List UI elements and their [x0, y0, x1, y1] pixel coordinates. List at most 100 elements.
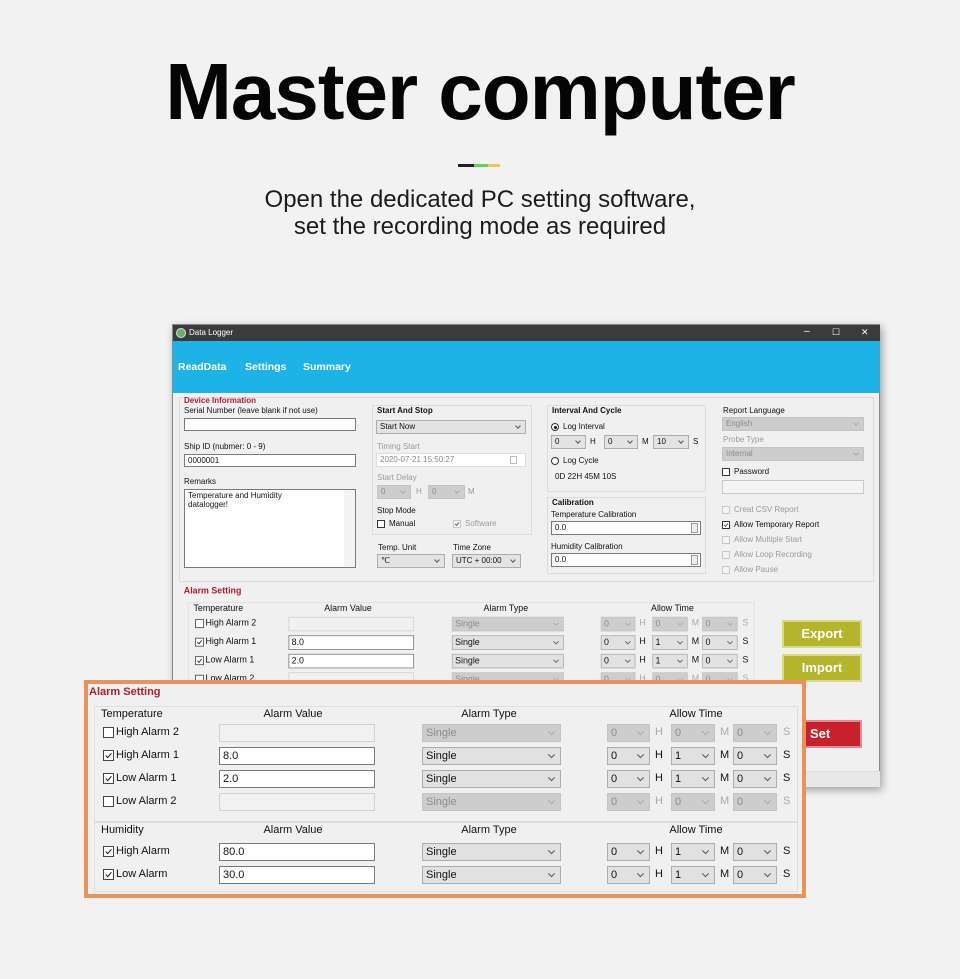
time-zone-select[interactable]: UTC + 00:00 — [452, 554, 521, 568]
allow-hours-select[interactable]: 0 — [607, 747, 650, 765]
allow-seconds-select[interactable]: 0 — [702, 653, 738, 669]
tab-summary[interactable]: Summary — [303, 361, 351, 373]
start-mode-select[interactable]: Start Now — [376, 420, 526, 434]
alarm-value-input[interactable]: 80.0 — [219, 843, 375, 861]
alarm-enable-checkbox[interactable] — [103, 750, 114, 761]
alarm-type-select[interactable]: Single — [422, 793, 561, 811]
tab-settings[interactable]: Settings — [245, 361, 286, 373]
close-button[interactable]: ✕ — [861, 327, 869, 337]
allow-hours-select[interactable]: 0 — [600, 635, 636, 650]
log-interval-radio[interactable] — [551, 423, 559, 431]
allow-seconds-select[interactable]: 0 — [733, 793, 777, 811]
delay-minutes-select[interactable]: 0 — [428, 485, 465, 499]
probe-type-select[interactable]: Internal — [722, 447, 864, 461]
alarm-enable-checkbox[interactable] — [103, 846, 114, 857]
alarm-type-select[interactable]: Single — [451, 635, 564, 650]
allow-hours-select[interactable]: 0 — [607, 724, 650, 742]
interval-hours-select[interactable]: 0 — [551, 435, 586, 449]
allow-seconds-select[interactable]: 0 — [733, 770, 777, 788]
temp-unit-select[interactable]: ℃ — [377, 554, 445, 568]
alarm-enable-checkbox[interactable] — [195, 656, 204, 666]
allow-seconds-select[interactable]: 0 — [733, 843, 777, 861]
hours-unit: H — [590, 437, 596, 446]
allow-seconds-select[interactable]: 0 — [702, 635, 738, 650]
allow-seconds-select[interactable]: 0 — [733, 747, 777, 765]
alarm-enable-checkbox[interactable] — [103, 727, 114, 738]
alarm-enable-checkbox[interactable] — [103, 773, 114, 784]
alarm-value-input[interactable]: 8.0 — [288, 635, 415, 650]
alarm-value-input[interactable]: 8.0 — [219, 747, 375, 765]
report-option-checkbox[interactable] — [722, 551, 730, 559]
alarm-value-input[interactable] — [288, 616, 415, 632]
alarm-value-input[interactable] — [219, 724, 375, 742]
allow-minutes-select[interactable]: 0 — [671, 724, 715, 742]
start-delay-label: Start Delay — [377, 473, 417, 482]
allow-seconds-select[interactable]: 0 — [733, 866, 777, 884]
alarm-type-select[interactable]: Single — [451, 653, 564, 669]
allow-hours-select[interactable]: 0 — [607, 793, 650, 811]
report-option-checkbox[interactable] — [722, 536, 730, 544]
allow-minutes-select[interactable]: 1 — [671, 770, 715, 788]
alarm-type-select[interactable]: Single — [422, 724, 561, 742]
hum-calibration-input[interactable]: 0.0 — [551, 553, 701, 567]
allow-hours-select[interactable]: 0 — [607, 866, 650, 884]
minimize-button[interactable]: – — [804, 327, 810, 337]
serial-number-input[interactable] — [184, 418, 356, 431]
alarm-type-select[interactable]: Single — [422, 843, 561, 861]
spinner-icon[interactable] — [691, 555, 698, 565]
allow-minutes-select[interactable]: 0 — [652, 616, 688, 632]
checkmark-icon — [454, 522, 460, 526]
temp-calibration-input[interactable]: 0.0 — [551, 521, 701, 535]
unit-m: M — [720, 726, 730, 738]
chevron-down-icon — [763, 870, 772, 878]
manual-checkbox[interactable] — [377, 520, 385, 528]
alarm-type-select[interactable]: Single — [422, 866, 561, 884]
allow-hours-select[interactable]: 0 — [600, 653, 636, 669]
password-checkbox[interactable] — [722, 468, 730, 476]
alarm-value-input[interactable]: 2.0 — [288, 653, 415, 669]
alarm-type-select[interactable]: Single — [451, 616, 564, 632]
ship-id-input[interactable]: 0000001 — [184, 454, 356, 467]
report-language-select[interactable]: English — [722, 417, 864, 431]
allow-hours-select[interactable]: 0 — [607, 770, 650, 788]
allow-minutes-select[interactable]: 1 — [652, 635, 688, 650]
alarm-enable-checkbox[interactable] — [195, 619, 204, 629]
allow-seconds-select[interactable]: 0 — [733, 724, 777, 742]
remarks-scrollbar[interactable] — [344, 490, 355, 567]
alarm-type-select[interactable]: Single — [422, 747, 561, 765]
allow-minutes-select[interactable]: 1 — [671, 747, 715, 765]
alarm-value-input[interactable]: 2.0 — [219, 770, 375, 788]
import-button[interactable]: Import — [782, 654, 862, 682]
allow-seconds-select[interactable]: 0 — [702, 616, 738, 632]
export-button[interactable]: Export — [782, 620, 862, 648]
allow-hours-select[interactable]: 0 — [607, 843, 650, 861]
allow-minutes-select[interactable]: 1 — [671, 843, 715, 861]
maximize-button[interactable]: ☐ — [832, 327, 840, 337]
allow-minutes-select[interactable]: 1 — [652, 653, 688, 669]
allow-minutes-select[interactable]: 0 — [671, 793, 715, 811]
remarks-textarea[interactable]: Temperature and Humidity datalogger! — [184, 489, 356, 568]
software-checkbox[interactable] — [453, 520, 461, 528]
interval-seconds-select[interactable]: 10 — [653, 435, 689, 449]
tab-readdata[interactable]: ReadData — [178, 361, 226, 373]
alarm-enable-checkbox[interactable] — [195, 637, 204, 647]
report-option-checkbox[interactable] — [722, 566, 730, 574]
report-option-checkbox[interactable] — [722, 521, 730, 529]
spinner-icon[interactable] — [691, 523, 698, 533]
log-cycle-radio[interactable] — [551, 457, 559, 465]
alarm-value-input[interactable]: 30.0 — [219, 866, 375, 884]
interval-minutes-select[interactable]: 0 — [604, 435, 638, 449]
report-option-checkbox[interactable] — [722, 506, 730, 514]
calendar-icon[interactable] — [510, 456, 517, 464]
alarm-enable-checkbox[interactable] — [103, 869, 114, 880]
alarm-enable-checkbox[interactable] — [103, 796, 114, 807]
allow-minutes-select[interactable]: 1 — [671, 866, 715, 884]
alarm-value-input[interactable] — [219, 793, 375, 811]
delay-hours-select[interactable]: 0 — [377, 485, 411, 499]
allow-hours-select[interactable]: 0 — [600, 616, 636, 632]
alarm-type-select[interactable]: Single — [422, 770, 561, 788]
timing-start-input[interactable]: 2020-07-21 15:50:27 — [376, 453, 526, 467]
password-input[interactable] — [722, 480, 864, 494]
temperature-type-header: Alarm Type — [461, 708, 517, 720]
title-bar[interactable] — [173, 325, 880, 341]
